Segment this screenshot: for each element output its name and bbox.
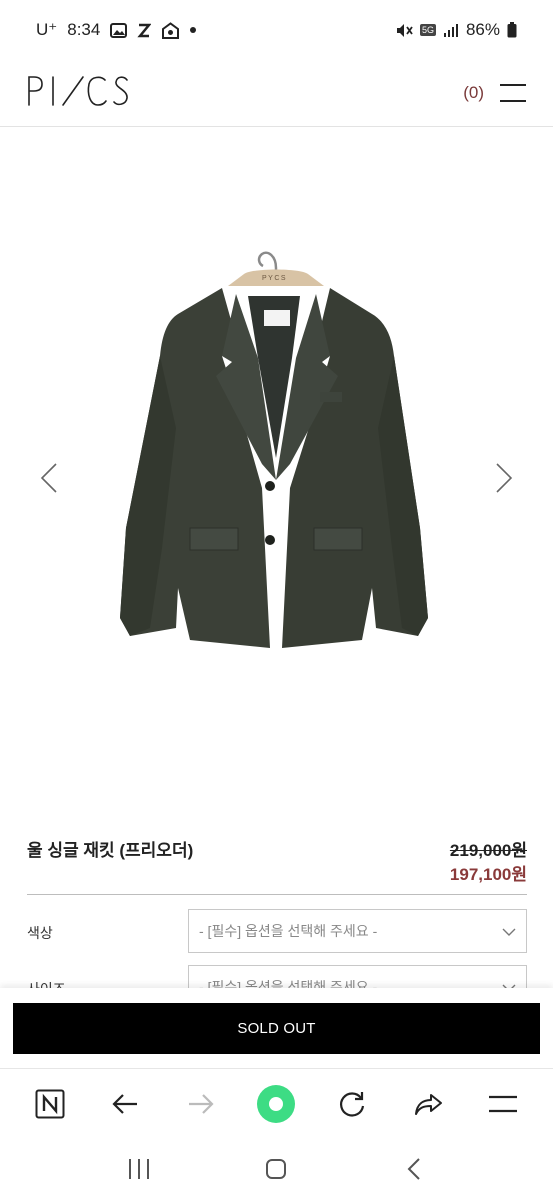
- home-button-icon[interactable]: [251, 1144, 301, 1194]
- network-type-badge: 5G: [419, 24, 436, 36]
- clock: 8:34: [67, 20, 101, 39]
- product-page: U⁺ 8:34 5G 86% (0) PYCS 울 싱글 재킷 (프리오더) 2…: [0, 0, 553, 1200]
- sold-out-button[interactable]: SOLD OUT: [13, 1003, 540, 1054]
- carrier-label: U⁺: [36, 20, 58, 39]
- hamburger-menu-icon[interactable]: [500, 84, 526, 102]
- naver-home-icon[interactable]: [27, 1081, 73, 1127]
- battery-icon: [507, 22, 517, 38]
- browser-toolbar: [0, 1068, 553, 1138]
- system-navigation-bar: [0, 1138, 553, 1200]
- brand-logo[interactable]: [27, 74, 131, 113]
- z-icon: [137, 23, 152, 38]
- sale-price: 197,100원: [449, 865, 527, 884]
- battery-percent: 86%: [465, 20, 500, 39]
- product-image-gallery: PYCS: [0, 128, 553, 818]
- home-camera-icon: [161, 21, 180, 39]
- product-name: 울 싱글 재킷 (프리오더): [27, 841, 194, 860]
- gallery-icon: [110, 22, 128, 38]
- pycs-logo-icon: [28, 75, 128, 106]
- signal-icon: [443, 23, 459, 37]
- mute-icon: [396, 23, 413, 38]
- site-header: (0): [0, 60, 553, 127]
- original-price: 219,000원: [449, 841, 527, 860]
- hanger-tag-text: PYCS: [262, 275, 287, 282]
- jacket-product-image: PYCS: [120, 251, 428, 648]
- sticky-action-bar: SOLD OUT: [0, 988, 553, 1068]
- green-dot-button-icon[interactable]: [253, 1081, 299, 1127]
- option-label-color: 색상: [27, 925, 53, 941]
- browser-menu-icon[interactable]: [480, 1081, 526, 1127]
- gallery-prev-arrow-icon[interactable]: [34, 458, 64, 498]
- gallery-next-arrow-icon[interactable]: [489, 458, 519, 498]
- cart-count-link[interactable]: (0): [463, 83, 484, 103]
- refresh-icon[interactable]: [329, 1081, 375, 1127]
- chevron-down-icon: [502, 923, 516, 939]
- status-bar: U⁺ 8:34 5G 86%: [0, 0, 553, 60]
- color-select-placeholder: - [필수] 옵션을 선택해 주세요 -: [199, 923, 378, 939]
- recent-apps-icon[interactable]: [114, 1144, 164, 1194]
- forward-arrow-icon[interactable]: [178, 1081, 224, 1127]
- system-back-icon[interactable]: [389, 1144, 439, 1194]
- color-select[interactable]: - [필수] 옵션을 선택해 주세요 -: [188, 909, 527, 953]
- info-divider: [27, 894, 527, 895]
- back-arrow-icon[interactable]: [102, 1081, 148, 1127]
- option-row-color: 색상 - [필수] 옵션을 선택해 주세요 -: [27, 909, 527, 953]
- share-icon[interactable]: [405, 1081, 451, 1127]
- notification-dot-icon: [190, 27, 197, 33]
